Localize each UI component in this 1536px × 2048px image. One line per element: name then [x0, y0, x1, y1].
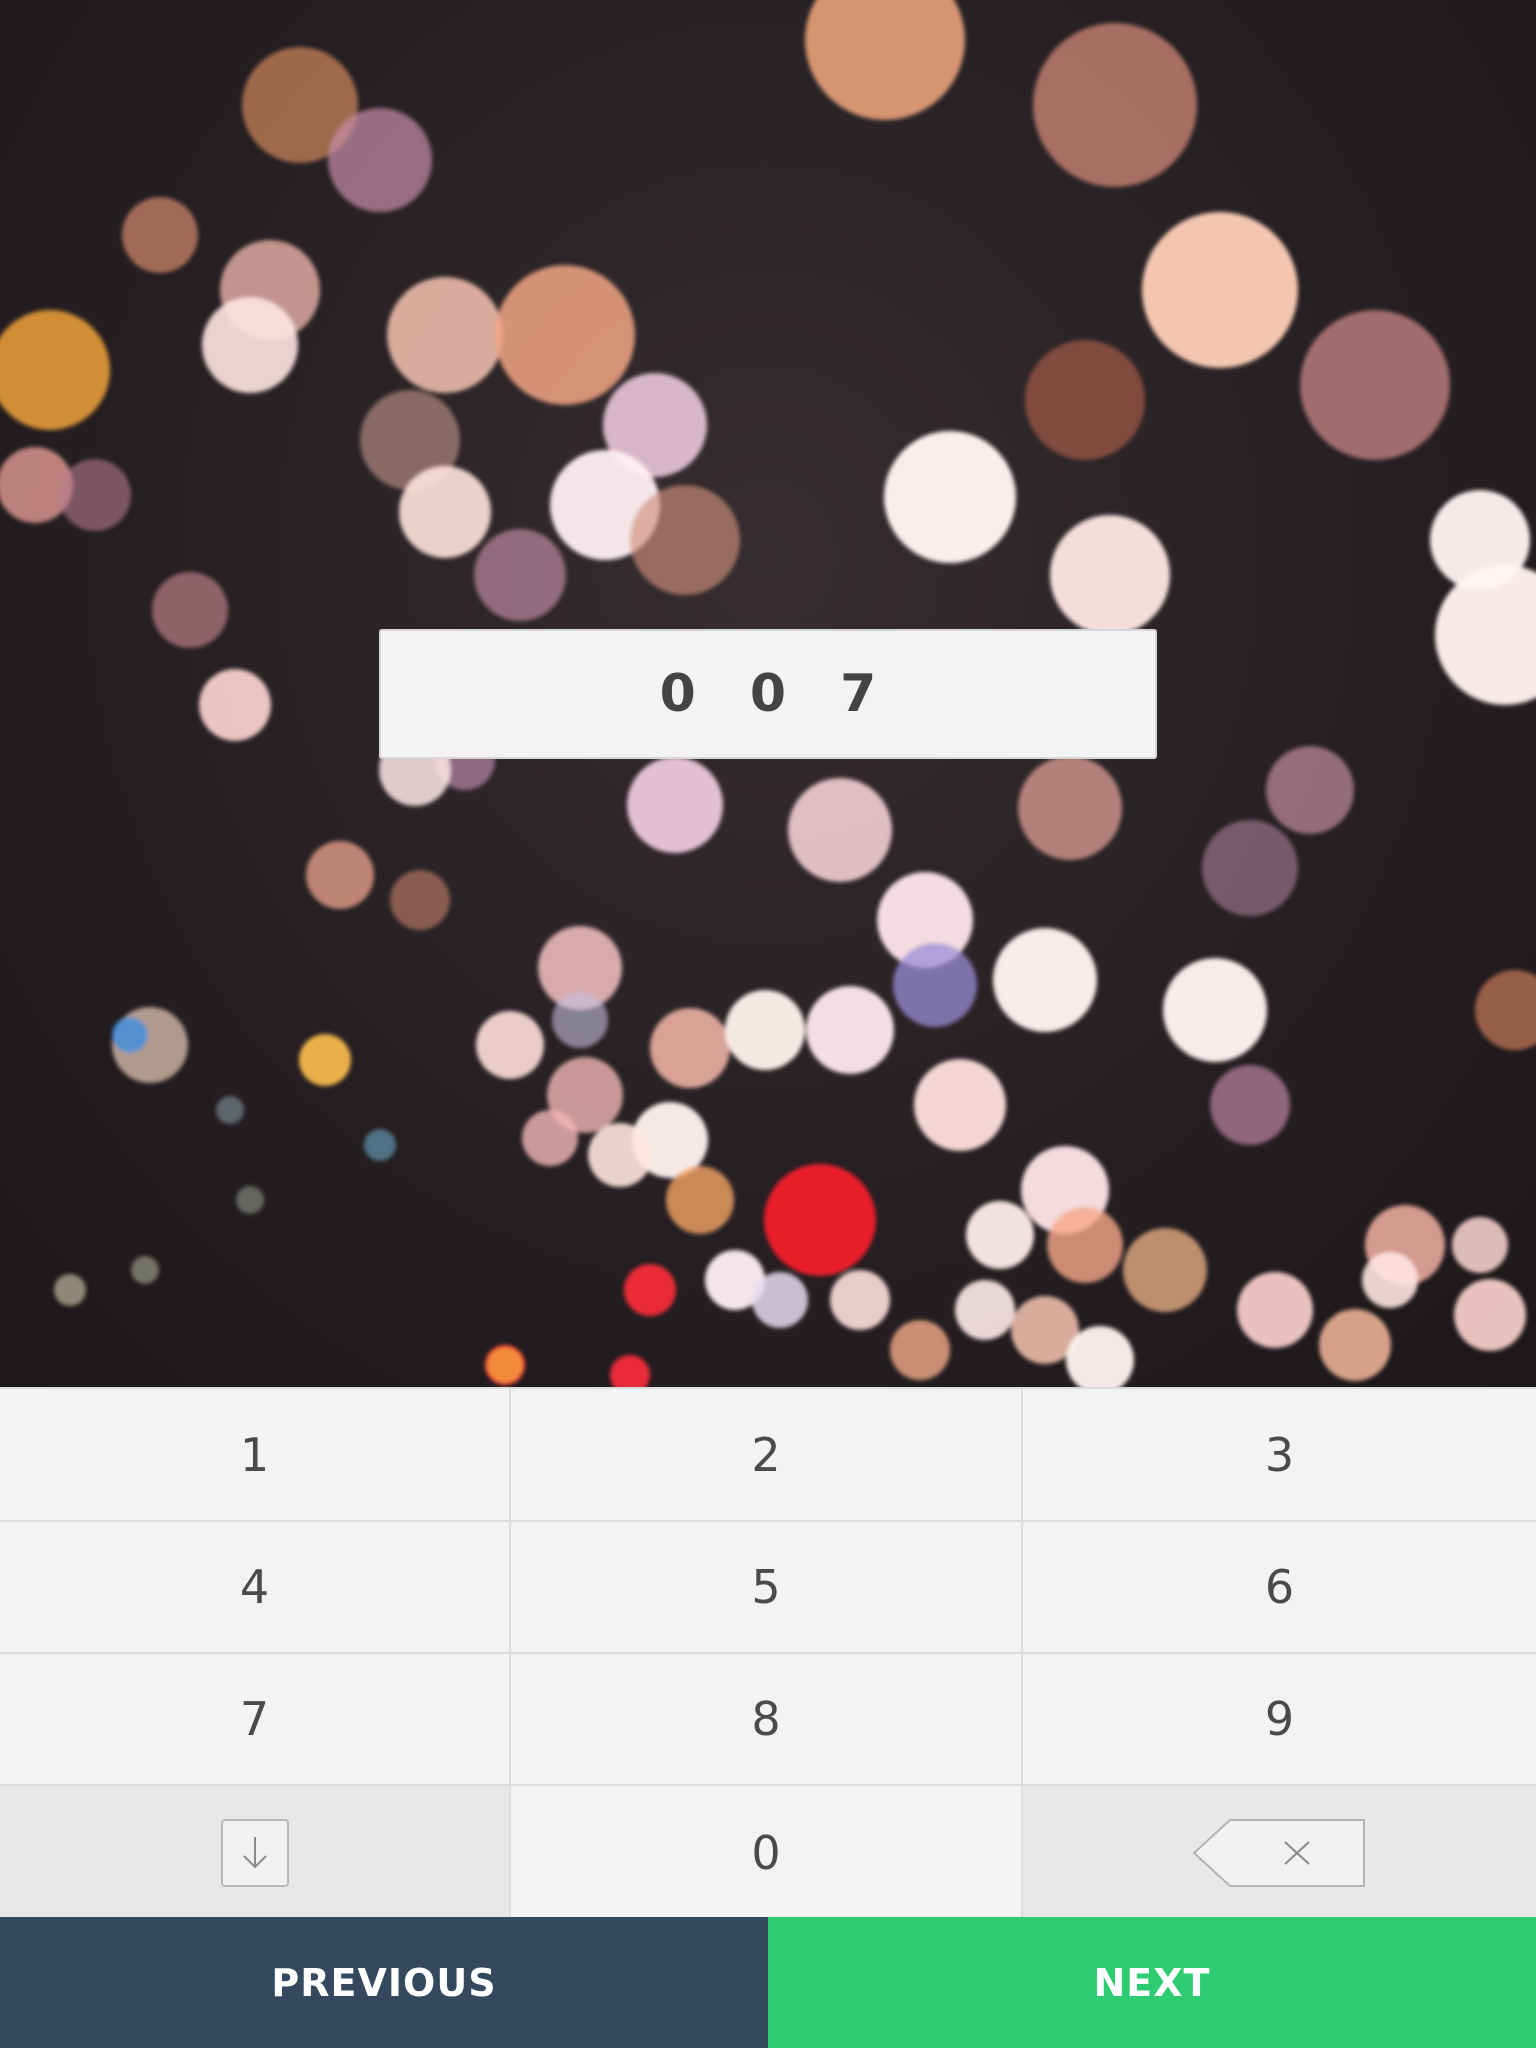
- hide-keyboard-button[interactable]: [0, 1786, 511, 1919]
- key-6[interactable]: 6: [1023, 1522, 1536, 1654]
- key-7[interactable]: 7: [0, 1654, 511, 1786]
- key-5[interactable]: 5: [511, 1522, 1023, 1654]
- key-2[interactable]: 2: [511, 1389, 1023, 1522]
- code-input-field[interactable]: 0 0 7: [379, 629, 1157, 759]
- key-4[interactable]: 4: [0, 1522, 511, 1654]
- key-9[interactable]: 9: [1023, 1654, 1536, 1786]
- key-8[interactable]: 8: [511, 1654, 1023, 1786]
- backspace-icon: [1192, 1818, 1368, 1888]
- next-button[interactable]: NEXT: [768, 1917, 1536, 2048]
- arrow-down-icon: [220, 1818, 289, 1887]
- app-root: 0 0 7 1 2 3 4 5 6 7 8 9 0 PREVIOUS NEXT: [0, 0, 1536, 2048]
- key-1[interactable]: 1: [0, 1389, 511, 1522]
- key-3[interactable]: 3: [1023, 1389, 1536, 1522]
- numeric-keypad: 1 2 3 4 5 6 7 8 9 0: [0, 1387, 1536, 1919]
- code-input-value: 0 0 7: [659, 664, 895, 724]
- key-0[interactable]: 0: [511, 1786, 1023, 1919]
- previous-button[interactable]: PREVIOUS: [0, 1917, 768, 2048]
- backspace-button[interactable]: [1023, 1786, 1536, 1919]
